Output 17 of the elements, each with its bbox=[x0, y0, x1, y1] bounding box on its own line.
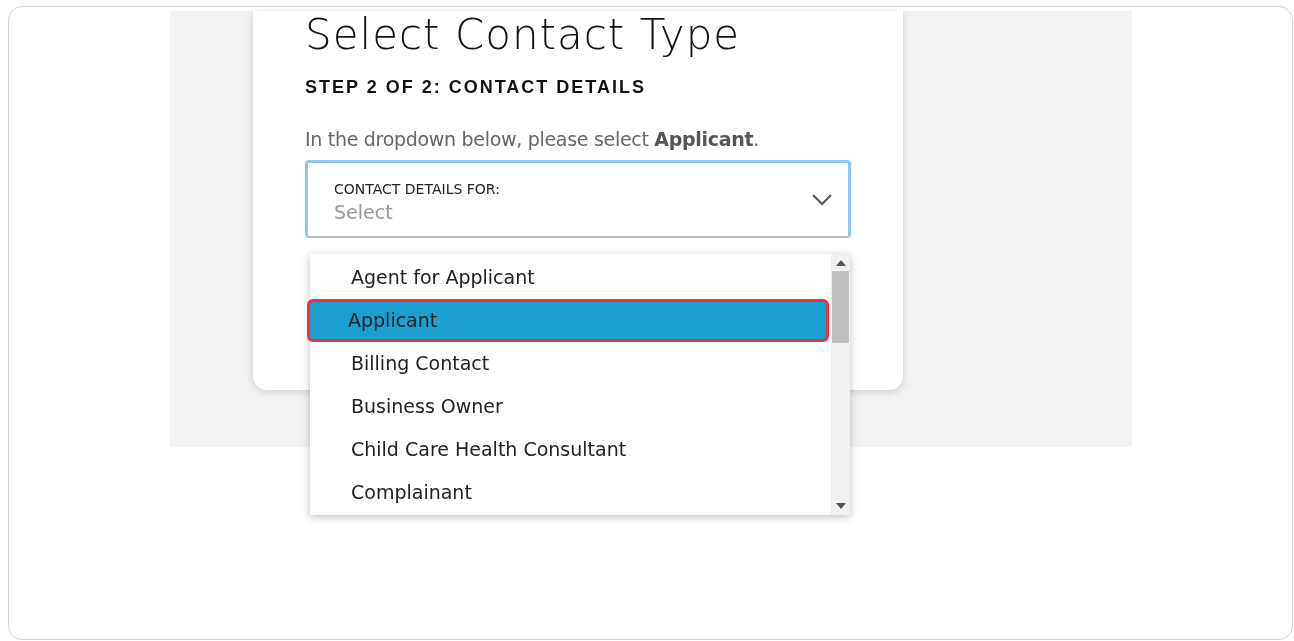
scroll-thumb[interactable] bbox=[832, 271, 849, 343]
dropdown-option[interactable]: Child Care Health Consultant bbox=[310, 428, 831, 471]
scroll-down-icon[interactable] bbox=[835, 503, 846, 509]
dropdown-option[interactable]: Business Owner bbox=[310, 385, 831, 428]
select-placeholder: Select bbox=[334, 200, 394, 223]
chevron-down-icon bbox=[812, 193, 832, 206]
dropdown-option[interactable]: Agent for Applicant bbox=[310, 256, 831, 299]
dialog-title: Select Contact Type bbox=[305, 11, 742, 59]
instruction-text: In the dropdown below, please select Applicant. bbox=[305, 128, 760, 150]
dropdown-option[interactable]: Complainant bbox=[310, 471, 831, 514]
scrollbar[interactable] bbox=[831, 254, 850, 515]
contact-select[interactable]: CONTACT DETAILS FOR: Select bbox=[305, 160, 851, 238]
step-heading: STEP 2 OF 2: CONTACT DETAILS bbox=[305, 77, 648, 98]
select-label: CONTACT DETAILS FOR: bbox=[334, 180, 501, 197]
scroll-up-icon[interactable] bbox=[835, 260, 846, 266]
dropdown-option[interactable]: Billing Contact bbox=[310, 342, 831, 385]
dropdown-option[interactable]: Applicant bbox=[307, 299, 829, 342]
